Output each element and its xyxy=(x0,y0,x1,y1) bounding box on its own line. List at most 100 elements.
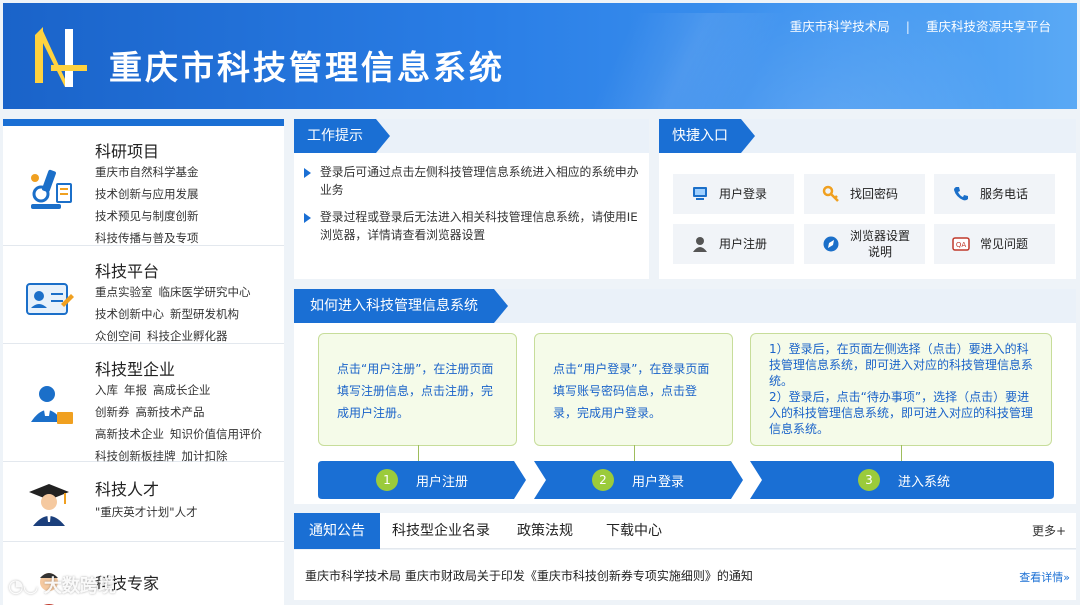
watermark: ◔◡ 大数跨境 xyxy=(8,572,116,598)
link-super-deduction[interactable]: 加计扣除 xyxy=(182,449,228,463)
step-number: 2 xyxy=(592,469,614,491)
button-label-line1: 浏览器设置 xyxy=(850,229,911,243)
key-icon xyxy=(822,185,840,203)
link-tech-foresight[interactable]: 技术预见与制度创新 xyxy=(95,209,199,223)
link-storage[interactable]: 入库 xyxy=(95,383,118,397)
user-register-button[interactable]: 用户注册 xyxy=(673,224,794,264)
link-tech-innovation-center[interactable]: 技术创新中心 xyxy=(95,307,164,321)
link-knowledge-credit[interactable]: 知识价值信用评价 xyxy=(170,427,262,441)
step-label: 用户登录 xyxy=(632,475,685,490)
work-tips-panel: 工作提示 登录后可通过点击左侧科技管理信息系统进入相应的系统申办业务 登录过程或… xyxy=(294,119,649,279)
category-link: 科技传播与普及专项 xyxy=(95,230,205,246)
top-links: 重庆市科学技术局 | 重庆科技资源共享平台 xyxy=(790,16,1051,35)
microscope-icon xyxy=(31,169,72,209)
guide-card-enter: 1）登录后，在页面左侧选择（点击）要进入的科技管理信息系统，即可进入对应的科技管… xyxy=(750,333,1052,461)
site-title: 重庆市科技管理信息系统 xyxy=(109,48,505,87)
watermark-text: 大数跨境 xyxy=(43,576,116,597)
link-annual-report[interactable]: 年报 xyxy=(124,383,147,397)
quick-entry-panel: 快捷入口 用户登录 找回密码 服务电话 用户注册 浏览器设置说明 QA 常见问题 xyxy=(659,119,1076,279)
tab-notices[interactable]: 通知公告 xyxy=(294,513,380,549)
category-tech-talent[interactable]: 科技人才 "重庆英才计划"人才 xyxy=(3,462,284,542)
watermark-logo-icon: ◔◡ xyxy=(8,576,38,597)
category-tech-enterprise[interactable]: 科技型企业 入库 年报 高成长企业 创新券 高新技术产品 高新技术企业 知识价值信用评价… xyxy=(3,344,284,463)
category-research-projects[interactable]: 科研项目 重庆市自然科学基金 技术创新与应用发展 技术预见与制度创新 科技传播与… xyxy=(3,126,284,246)
category-title: 科技型企业 xyxy=(95,360,176,379)
browser-icon xyxy=(822,235,840,253)
link-maker-space[interactable]: 众创空间 xyxy=(95,329,141,343)
button-label: 服务电话 xyxy=(980,187,1029,201)
category-link: 重庆市自然科学基金 xyxy=(95,164,205,180)
browser-settings-button[interactable]: 浏览器设置 说明 xyxy=(804,224,925,264)
notice-tab-bar: 通知公告 科技型企业名录 政策法规 下载中心 更多+ xyxy=(294,513,1076,549)
tab-policies[interactable]: 政策法规 xyxy=(517,513,573,549)
category-title: 科技人才 xyxy=(95,480,160,499)
link-high-tech-enterprise[interactable]: 高新技术企业 xyxy=(95,427,164,441)
link-tech-innovation-dev[interactable]: 技术创新与应用发展 xyxy=(95,187,199,201)
step-arrow-enter[interactable]: 3 进入系统 xyxy=(750,461,1054,499)
category-link-row: 重点实验室 临床医学研究中心 xyxy=(95,284,257,300)
link-innovation-board[interactable]: 科技创新板挂牌 xyxy=(95,449,176,463)
link-resource-platform[interactable]: 重庆科技资源共享平台 xyxy=(926,19,1051,34)
work-tip-item: 登录过程或登录后无法进入相关科技管理信息系统，请使用IE浏览器，详情请查看浏览器… xyxy=(304,208,640,244)
guide-title: 如何进入科技管理信息系统 xyxy=(294,289,508,323)
qa-icon: QA xyxy=(952,235,970,253)
link-high-growth[interactable]: 高成长企业 xyxy=(153,383,211,397)
category-link-row: 众创空间 科技企业孵化器 xyxy=(95,328,234,344)
user-icon xyxy=(691,235,709,253)
enterprise-user-icon xyxy=(31,386,73,424)
button-label: 用户登录 xyxy=(719,187,768,201)
user-login-button[interactable]: 用户登录 xyxy=(673,174,794,214)
step-label: 用户注册 xyxy=(416,475,469,490)
quick-entry-title: 快捷入口 xyxy=(659,119,755,153)
work-tips-title: 工作提示 xyxy=(294,119,390,153)
link-natural-science-fund[interactable]: 重庆市自然科学基金 xyxy=(95,165,199,179)
link-high-tech-product[interactable]: 高新技术产品 xyxy=(136,405,205,419)
link-chongqing-talent[interactable]: "重庆英才计划"人才 xyxy=(95,505,198,519)
link-innovation-voucher[interactable]: 创新券 xyxy=(95,405,130,419)
link-clinical-center[interactable]: 临床医学研究中心 xyxy=(159,285,251,299)
view-detail-link[interactable]: 查看详情» xyxy=(1019,569,1070,585)
category-tech-platform[interactable]: 科技平台 重点实验室 临床医学研究中心 技术创新中心 新型研发机构 众创空间 科技企业… xyxy=(3,246,284,344)
guide-card-login: 点击“用户登录”，在登录页面填写账号密码信息，点击登录，完成用户登录。 xyxy=(534,333,733,461)
category-title: 科研项目 xyxy=(95,142,160,161)
tab-downloads[interactable]: 下载中心 xyxy=(606,513,662,549)
site-logo-icon[interactable] xyxy=(29,21,91,93)
category-title: 科技平台 xyxy=(95,262,160,281)
category-link: 技术创新与应用发展 xyxy=(95,186,205,202)
tab-enterprise-list[interactable]: 科技型企业名录 xyxy=(392,513,490,549)
more-link[interactable]: 更多+ xyxy=(1032,513,1066,549)
button-label: 找回密码 xyxy=(850,187,899,201)
category-link-row: 高新技术企业 知识价值信用评价 xyxy=(95,426,268,442)
guide-card-register: 点击“用户注册”，在注册页面填写注册信息，点击注册，完成用户注册。 xyxy=(318,333,517,461)
step-label: 进入系统 xyxy=(898,475,951,490)
guide-card-text: 点击“用户登录”，在登录页面填写账号密码信息，点击登录，完成用户登录。 xyxy=(553,362,710,420)
svg-text:QA: QA xyxy=(956,241,967,249)
notice-list-item: 重庆市科学技术局 重庆市财政局关于印发《重庆市科技创新券专项实施细则》的通知 查… xyxy=(294,550,1076,600)
link-science-bureau[interactable]: 重庆市科学技术局 xyxy=(790,19,890,34)
link-key-lab[interactable]: 重点实验室 xyxy=(95,285,153,299)
step-number: 1 xyxy=(376,469,398,491)
step-arrow-register[interactable]: 1 用户注册 xyxy=(318,461,526,499)
faq-button[interactable]: QA 常见问题 xyxy=(934,224,1055,264)
graduate-icon xyxy=(29,484,69,526)
work-tip-item: 登录后可通过点击左侧科技管理信息系统进入相应的系统申办业务 xyxy=(304,163,640,199)
link-new-rnd[interactable]: 新型研发机构 xyxy=(170,307,239,321)
guide-card-text-2: 2）登录后，点击“待办事项”，选择（点击）要进入的科技管理信息系统，即可进入对应… xyxy=(769,390,1034,436)
category-link-row: 技术创新中心 新型研发机构 xyxy=(95,306,245,322)
step-arrow-login[interactable]: 2 用户登录 xyxy=(534,461,743,499)
link-separator: | xyxy=(905,19,910,34)
guide-card-text-1: 1）登录后，在页面左侧选择（点击）要进入的科技管理信息系统，即可进入对应的科技管… xyxy=(769,342,1034,388)
service-phone-button[interactable]: 服务电话 xyxy=(934,174,1055,214)
category-link: "重庆英才计划"人才 xyxy=(95,504,204,520)
category-link-row: 入库 年报 高成长企业 xyxy=(95,382,217,398)
notice-title[interactable]: 重庆市科学技术局 重庆市财政局关于印发《重庆市科技创新券专项实施细则》的通知 xyxy=(305,567,753,584)
button-label: 常见问题 xyxy=(980,237,1029,251)
phone-icon xyxy=(952,185,970,203)
find-password-button[interactable]: 找回密码 xyxy=(804,174,925,214)
link-incubator[interactable]: 科技企业孵化器 xyxy=(147,329,228,343)
button-label: 用户注册 xyxy=(719,237,768,251)
category-link-row: 创新券 高新技术产品 xyxy=(95,404,211,420)
link-tech-popularization[interactable]: 科技传播与普及专项 xyxy=(95,231,199,245)
button-label: 浏览器设置 说明 xyxy=(850,228,910,260)
button-label-line2: 说明 xyxy=(868,245,893,259)
